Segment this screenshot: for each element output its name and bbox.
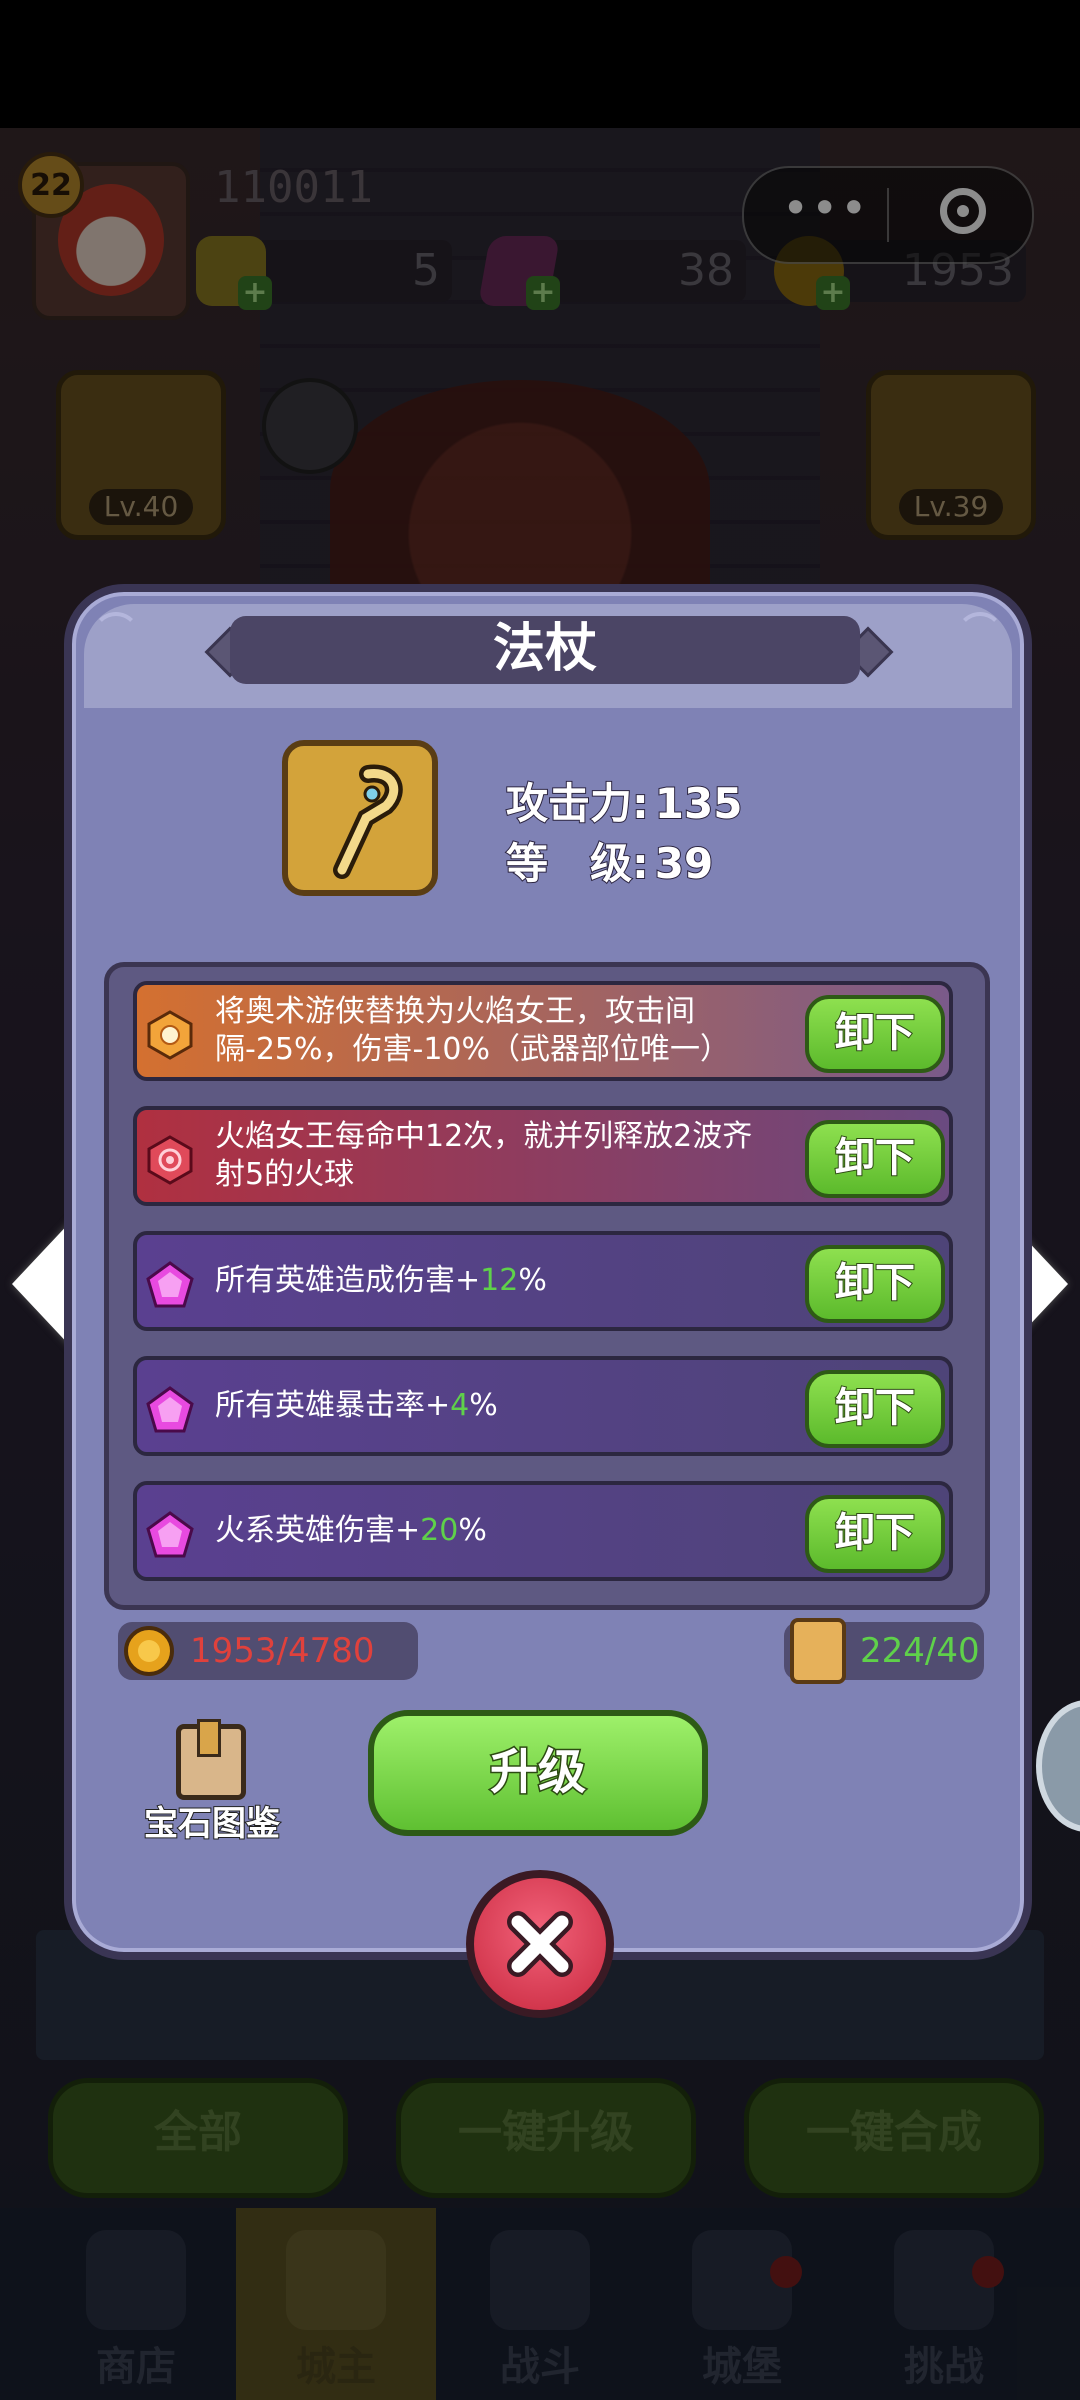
coin-cost-value: 1953/4780: [190, 1631, 375, 1671]
corner-ornament: [92, 612, 140, 660]
status-bar: [0, 0, 1080, 128]
level-label: 等 级:: [505, 838, 650, 889]
gem-slot-description: 所有英雄暴击率+ 4%: [215, 1360, 775, 1452]
game-screen: 22 110011 5 + 38 + 1953 + ••• Lv.40 Lv.3…: [0, 0, 1080, 2400]
unequip-button[interactable]: 卸下: [805, 1245, 945, 1323]
gem-slot-description: 将奥术游侠替换为火焰女王，攻击间隔-25%，伤害-10%（武器部位唯一）: [215, 994, 731, 1067]
level-value: 39: [654, 838, 714, 889]
gem-text-prefix: 所有英雄造成伤害+: [215, 1263, 481, 1298]
unequip-button[interactable]: 卸下: [805, 995, 945, 1073]
red-rune-icon: [147, 1135, 193, 1185]
dialog-title: 法杖: [230, 616, 860, 684]
gem-text-suffix: %: [458, 1513, 487, 1548]
scroll-cost-value: 224/40: [860, 1631, 980, 1671]
unequip-button[interactable]: 卸下: [805, 1120, 945, 1198]
gem-slot-row: 火焰女王每命中12次，就并列释放2波齐射5的火球 卸下: [133, 1106, 953, 1206]
staff-icon: [282, 740, 438, 896]
level-stat: 等 级: 39: [500, 830, 714, 891]
equipment-dialog: 法杖 攻击力: 135 等 级: 39 将奥术游侠替换为火焰女王，攻击间隔-25%，…: [64, 584, 1032, 1960]
gem-value-highlight: 20: [420, 1513, 459, 1548]
gem-text-prefix: 火系英雄伤害+: [215, 1513, 421, 1548]
gem-value-highlight: 4: [450, 1388, 470, 1423]
unequip-button[interactable]: 卸下: [805, 1370, 945, 1448]
attack-value: 135: [654, 778, 744, 829]
gem-text-suffix: %: [518, 1263, 547, 1298]
gem-book-label[interactable]: 宝石图鉴: [112, 1796, 312, 1845]
gem-slot-description: 火系英雄伤害+ 20%: [215, 1485, 775, 1577]
gem-slot-description: 所有英雄造成伤害+ 12%: [215, 1235, 775, 1327]
purple-pentagon-gem-icon: [146, 1261, 194, 1308]
attack-label: 攻击力:: [505, 778, 650, 829]
gem-value-highlight: 12: [480, 1263, 519, 1298]
scroll-icon: [790, 1618, 846, 1684]
purple-pentagon-gem-icon: [146, 1511, 194, 1558]
unequip-button[interactable]: 卸下: [805, 1495, 945, 1573]
scroll-cost: 224/40: [784, 1618, 984, 1684]
gem-slot-row: 所有英雄造成伤害+ 12% 卸下: [133, 1231, 953, 1331]
attack-stat: 攻击力: 135: [500, 770, 744, 831]
gem-book-icon[interactable]: [176, 1719, 246, 1800]
coin-cost: 1953/4780: [118, 1622, 418, 1680]
upgrade-button[interactable]: 升级: [368, 1710, 708, 1836]
gold-coin-icon: [124, 1626, 174, 1676]
gem-slot-row: 所有英雄暴击率+ 4% 卸下: [133, 1356, 953, 1456]
gem-slot-row: 将奥术游侠替换为火焰女王，攻击间隔-25%，伤害-10%（武器部位唯一） 卸下: [133, 981, 953, 1081]
gem-slot-row: 火系英雄伤害+ 20% 卸下: [133, 1481, 953, 1581]
orange-rune-icon: [147, 1010, 193, 1060]
gem-text-prefix: 所有英雄暴击率+: [215, 1388, 451, 1423]
gem-slot-list: 将奥术游侠替换为火焰女王，攻击间隔-25%，伤害-10%（武器部位唯一） 卸下 …: [104, 962, 990, 1610]
purple-pentagon-gem-icon: [146, 1386, 194, 1433]
close-icon: [507, 1911, 573, 1977]
gem-slot-description: 火焰女王每命中12次，就并列释放2波齐射5的火球: [215, 1119, 753, 1192]
corner-ornament: [956, 612, 1004, 660]
close-button[interactable]: [466, 1870, 614, 2018]
gem-text-suffix: %: [469, 1388, 498, 1423]
